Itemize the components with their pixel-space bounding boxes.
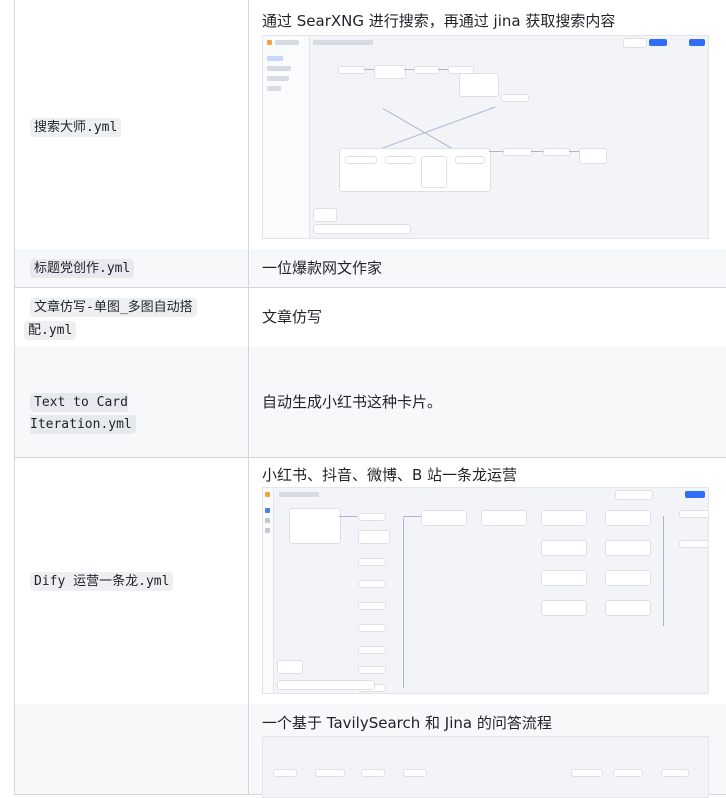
desc-cell: 自动生成小红书这种卡片。 xyxy=(247,347,726,457)
file-name[interactable]: 搜索大师.yml xyxy=(30,118,122,137)
table-row: 一个基于 TavilySearch 和 Jina 的问答流程 xyxy=(14,704,726,798)
workflow-screenshot xyxy=(262,736,709,798)
description: 一个基于 TavilySearch 和 Jina 的问答流程 xyxy=(262,714,552,732)
workflow-screenshot xyxy=(262,35,709,239)
desc-cell: 一个基于 TavilySearch 和 Jina 的问答流程 xyxy=(247,704,726,798)
desc-cell: 小红书、抖音、微博、B 站一条龙运营 xyxy=(247,457,726,704)
file-cell: 文章仿写-单图_多图自动搭 配.yml xyxy=(14,287,249,347)
file-name[interactable]: Dify 运营一条龙.yml xyxy=(30,572,174,591)
description: 通过 SearXNG 进行搜索，再通过 jina 获取搜索内容 xyxy=(262,12,616,30)
file-cell: 搜索大师.yml xyxy=(14,0,249,249)
table-row: Dify 运营一条龙.yml 小红书、抖音、微博、B 站一条龙运营 xyxy=(14,457,726,705)
description: 一位爆款网文作家 xyxy=(262,259,383,277)
file-cell: Dify 运营一条龙.yml xyxy=(14,457,249,704)
file-name[interactable]: Text to Card Iteration.yml xyxy=(30,393,136,434)
table-row: 标题党创作.yml 一位爆款网文作家 xyxy=(14,249,726,288)
file-name[interactable]: 标题党创作.yml xyxy=(30,259,135,278)
desc-cell: 通过 SearXNG 进行搜索，再通过 jina 获取搜索内容 xyxy=(247,0,726,249)
workflow-screenshot xyxy=(262,487,709,694)
description: 小红书、抖音、微博、B 站一条龙运营 xyxy=(262,466,518,484)
table-row: Text to Card Iteration.yml 自动生成小红书这种卡片。 xyxy=(14,347,726,458)
file-cell: 标题党创作.yml xyxy=(14,249,249,287)
file-cell xyxy=(14,704,249,794)
table-row: 文章仿写-单图_多图自动搭 配.yml 文章仿写 xyxy=(14,287,726,348)
file-cell: Text to Card Iteration.yml xyxy=(14,347,249,457)
description: 文章仿写 xyxy=(262,308,323,326)
desc-cell: 一位爆款网文作家 xyxy=(247,249,726,287)
file-name-line2[interactable]: 配.yml xyxy=(24,321,77,340)
file-name-line1[interactable]: 文章仿写-单图_多图自动搭 xyxy=(30,298,197,317)
description: 自动生成小红书这种卡片。 xyxy=(262,393,443,411)
desc-cell: 文章仿写 xyxy=(247,287,726,347)
table-row: 搜索大师.yml 通过 SearXNG 进行搜索，再通过 jina 获取搜索内容 xyxy=(14,0,726,250)
